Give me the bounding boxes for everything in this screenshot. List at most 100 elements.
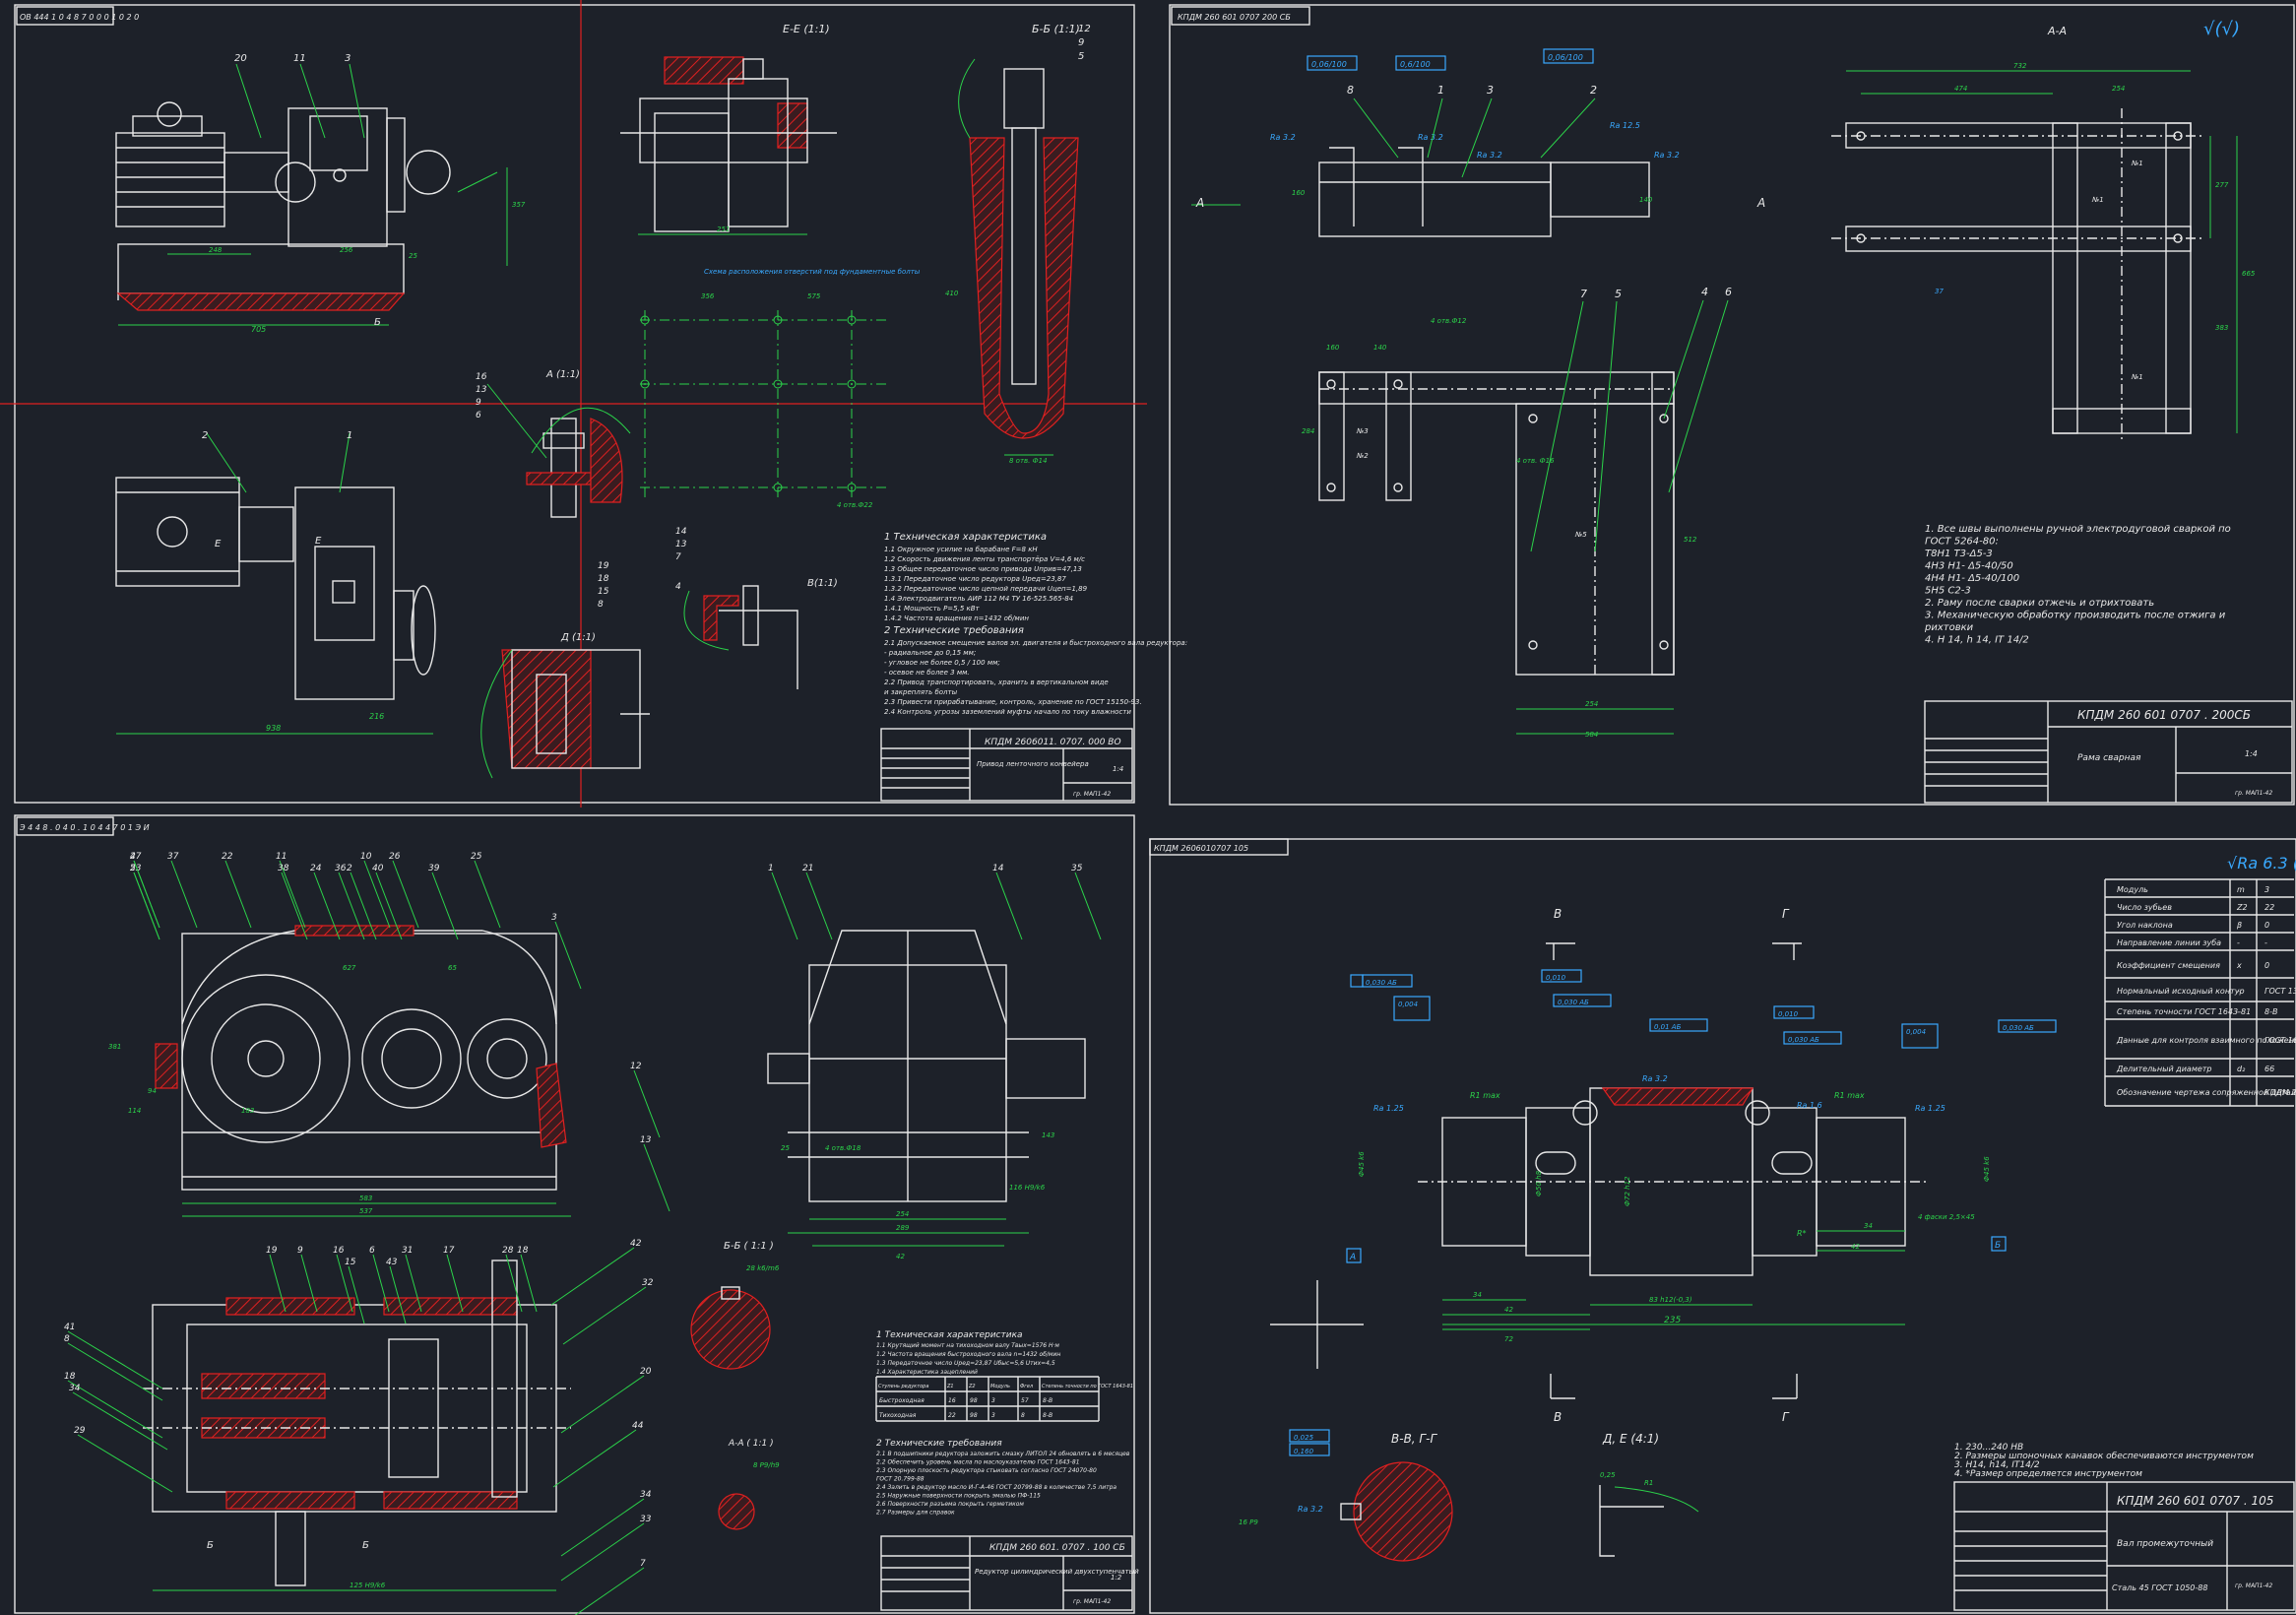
- svg-text:13: 13: [675, 540, 687, 549]
- leader-number: 16: [333, 1246, 345, 1256]
- svg-text:А: А: [1349, 1253, 1356, 1262]
- svg-text:474: 474: [1954, 85, 1967, 93]
- view-d-detail: Д (1:1) 19 18 15 8: [480, 561, 650, 779]
- svg-text:1:4: 1:4: [1113, 765, 1123, 773]
- param-symbol: -: [2237, 938, 2240, 947]
- leader-number: 14: [992, 864, 1004, 873]
- gear-table-cell: 57: [1021, 1397, 1029, 1404]
- svg-text:42: 42: [896, 1253, 905, 1260]
- leader-number: 42: [630, 1239, 642, 1249]
- leader-number: 38: [278, 864, 289, 873]
- svg-text:Э 4 4 8 . 0 4 0 . 1 0 4 4 7 0: Э 4 4 8 . 0 4 0 . 1 0 4 4 7 0 1 Э И: [19, 823, 150, 832]
- gear-table-cell: Быстроходная: [879, 1397, 925, 1404]
- leader-line: [133, 860, 160, 929]
- svg-text:34: 34: [1864, 1222, 1873, 1230]
- svg-text:8: 8: [598, 600, 604, 610]
- svg-text:251: 251: [717, 226, 730, 233]
- gear-table-header: Фгел: [1020, 1384, 1034, 1389]
- note-line: 1. Все швы выполнены ручной электродугов…: [1925, 524, 2231, 535]
- note-line: ГОСТ 5264-80:: [1925, 537, 1999, 548]
- note-line: 2.1 В подшипники редуктора заложить смаз…: [876, 1451, 1130, 1457]
- note-line: ГОСТ 20.799-88: [876, 1476, 925, 1483]
- drum-section-bb: Б-Б (1:1) 12 9 5 8 отв. Ф14 410: [945, 23, 1091, 465]
- svg-text:583: 583: [359, 1195, 372, 1202]
- svg-text:Ф45 k6: Ф45 k6: [1983, 1156, 1991, 1182]
- leader-number: 40: [372, 864, 384, 873]
- note-line: рихтовки: [1924, 622, 1974, 633]
- param-symbol: β: [2236, 921, 2242, 930]
- leader-number: 41: [64, 1323, 75, 1332]
- leader-number: 6: [369, 1246, 375, 1256]
- leader-number: 26: [389, 852, 401, 862]
- svg-text:248: 248: [209, 246, 223, 254]
- coupling-section-ee: Е-Е (1:1) 251: [620, 23, 837, 235]
- svg-text:140: 140: [1373, 344, 1387, 352]
- svg-text:4 отв.Ф22: 4 отв.Ф22: [837, 501, 873, 509]
- leader-line: [771, 872, 798, 940]
- svg-text:383: 383: [2215, 324, 2228, 332]
- param-value: 66: [2264, 1065, 2274, 1073]
- note-line: 2.3 Привести прирабатывание, контроль, х…: [884, 698, 1142, 706]
- gear-table-header: Ступень редуктора: [878, 1384, 928, 1389]
- svg-text:2 Технические требования: 2 Технические требования: [884, 624, 1024, 636]
- param-value: ГОСТ 16532: [2264, 1036, 2296, 1045]
- note-line: 4Н3 Н1- Δ5-40/50: [1925, 561, 2013, 572]
- frame-section-aa: А-А 732 474 254 277 665 383 37 №1 №1 №1: [1831, 25, 2256, 443]
- svg-text:В-В, Г-Г: В-В, Г-Г: [1391, 1432, 1437, 1446]
- param-name: Направление линии зуба: [2117, 938, 2221, 947]
- svg-text:Привод ленточного конвейера: Привод ленточного конвейера: [977, 760, 1089, 768]
- leader-number: 35: [1071, 864, 1083, 873]
- svg-text:254: 254: [896, 1210, 909, 1218]
- param-value: КПДМ 2606010707 1: [2264, 1088, 2296, 1097]
- sheet-welded-frame: КПДМ 260 601 0707 200 СБ √(√) А А 0,06/1…: [1169, 4, 2295, 806]
- svg-text:8 Р9/h9: 8 Р9/h9: [753, 1461, 780, 1469]
- leader-line: [574, 1567, 645, 1615]
- leader-number: 13: [640, 1135, 652, 1145]
- gear-table-header: Z2: [968, 1384, 976, 1389]
- svg-text:№1: №1: [2131, 373, 2143, 381]
- svg-text:5: 5: [1615, 288, 1622, 300]
- leader-line: [281, 872, 308, 940]
- svg-text:12: 12: [1078, 24, 1091, 34]
- gear-table-cell: 98: [970, 1412, 978, 1419]
- svg-text:Ra 3.2: Ra 3.2: [1477, 151, 1502, 160]
- sheet4-title-block: КПДМ 260 601 0707 . 105 Вал промежуточны…: [1953, 1481, 2295, 1611]
- svg-text:16: 16: [476, 372, 487, 382]
- svg-text:Д (1:1): Д (1:1): [560, 632, 596, 643]
- svg-text:гр. МАП1-42: гр. МАП1-42: [2235, 790, 2272, 797]
- leader-line: [431, 872, 459, 940]
- svg-text:37: 37: [1935, 288, 1944, 295]
- leader-number: 18: [517, 1246, 529, 1256]
- frame-plan-view: 254 584 284 160 140 4 отв.Ф12 4 отв. Ф16…: [1302, 286, 1732, 739]
- bolt-layout-scheme: Схема расположения отверстий под фундаме…: [640, 268, 921, 509]
- leader-number: 11: [276, 852, 287, 862]
- leader-line: [633, 1069, 661, 1138]
- svg-text:КПДМ 260 601 0707 . 105: КПДМ 260 601 0707 . 105: [2117, 1494, 2273, 1508]
- svg-text:Ra 3.2: Ra 3.2: [1418, 133, 1443, 142]
- svg-text:Б: Б: [207, 1540, 214, 1551]
- frame-side-view: А А 0,06/100 0,6/100 0,06/100 Ra 3.2 Ra …: [1191, 48, 1765, 237]
- gear-table: Ступень редуктора Z1 Z2 Модуль Фгел Степень т…: [875, 1376, 1133, 1422]
- svg-text:216: 216: [369, 712, 384, 721]
- svg-text:√(√): √(√): [2203, 19, 2240, 39]
- svg-text:9: 9: [1078, 37, 1084, 48]
- sheet1-stamp: ОВ 444 1 0 4 8 7 0 0 0 1 0 2 0: [20, 13, 139, 22]
- leader-number: 18: [64, 1372, 76, 1382]
- svg-text:Б: Б: [1995, 1241, 2001, 1251]
- gearbox-shaft-sections: Б-Б ( 1:1 ) 28 k6/m6 А-А ( 1:1 ) 8 Р9/h9: [690, 1241, 780, 1530]
- leader-number: 12: [630, 1062, 642, 1071]
- drive-front-view: 705 248 256 25 357 20 11 3 Б: [115, 53, 526, 334]
- note-line: Т8Н1 Т3-Δ5-3: [1925, 549, 1993, 559]
- leader-line: [560, 1522, 645, 1582]
- svg-text:Б-Б (1:1): Б-Б (1:1): [1032, 23, 1080, 35]
- gear-table-cell: 98: [970, 1397, 978, 1404]
- svg-text:3: 3: [345, 53, 351, 64]
- sheet4-notes: 1. 230...240 HB2. Размеры шпоночных кана…: [1954, 1443, 2254, 1479]
- svg-text:13: 13: [476, 385, 487, 395]
- leader-line: [560, 1498, 645, 1557]
- svg-text:732: 732: [2013, 62, 2027, 70]
- leader-line: [552, 1429, 637, 1488]
- svg-text:Б: Б: [374, 317, 381, 328]
- svg-text:1:4: 1:4: [2245, 749, 2258, 758]
- svg-text:2 Технические требования: 2 Технические требования: [876, 1439, 1002, 1449]
